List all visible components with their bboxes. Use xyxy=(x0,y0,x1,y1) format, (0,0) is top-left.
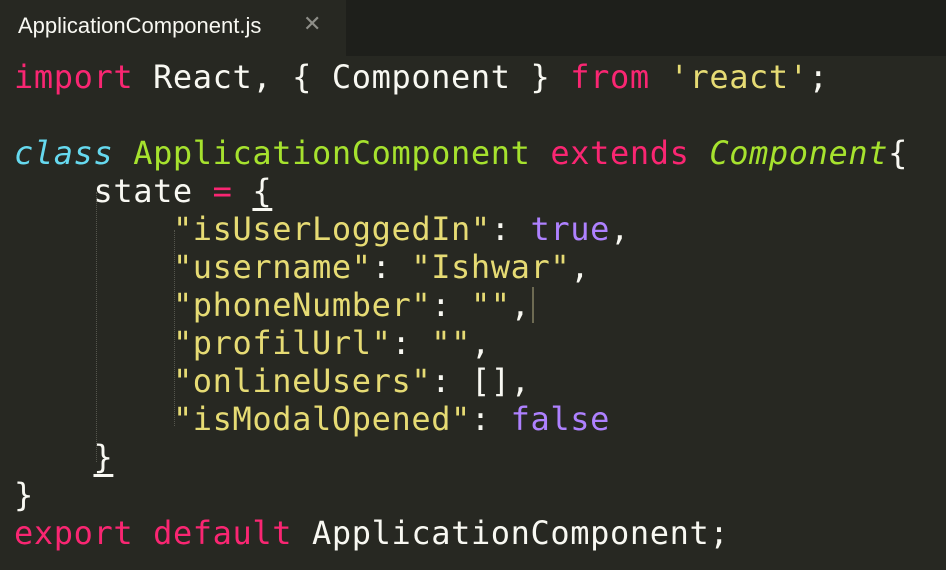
close-icon[interactable]: ✕ xyxy=(303,12,321,37)
code-line-12: } xyxy=(14,476,34,514)
boolean-value: false xyxy=(510,400,610,438)
code-line-6: "username": "Ishwar", xyxy=(14,248,590,286)
code-text: : xyxy=(431,286,471,324)
code-line-3: class ApplicationComponent extends Compo… xyxy=(14,134,908,172)
code-editor[interactable]: import React, { Component } from 'react'… xyxy=(0,56,946,570)
object-key: "profilUrl" xyxy=(172,324,392,362)
object-key: "username" xyxy=(172,248,372,286)
code-line-11: } xyxy=(14,438,113,476)
open-brace: { xyxy=(252,172,273,210)
export-identifier: ApplicationComponent xyxy=(312,514,710,552)
object-key: "isModalOpened" xyxy=(172,400,471,438)
string-value: "" xyxy=(431,324,471,362)
code-text: : xyxy=(490,210,531,248)
keyword-export: export xyxy=(14,514,134,552)
keyword-from: from xyxy=(570,58,650,96)
string-value: "" xyxy=(470,286,511,324)
boolean-value: true xyxy=(530,210,610,248)
assignment-operator: = xyxy=(212,172,233,210)
code-line-7: "phoneNumber": "", xyxy=(14,286,531,324)
code-text: , xyxy=(570,248,591,286)
code-text: : xyxy=(431,362,471,400)
code-text: , xyxy=(510,362,531,400)
parent-class-name: Component xyxy=(709,134,889,172)
code-text: , xyxy=(610,210,630,248)
code-line-13: export default ApplicationComponent; xyxy=(14,514,729,552)
code-text: ; xyxy=(709,514,730,552)
tab-application-component[interactable]: ApplicationComponent.js ✕ xyxy=(0,0,346,56)
object-key: "isUserLoggedIn" xyxy=(172,210,491,248)
array-value: [] xyxy=(470,362,511,400)
code-text: : xyxy=(391,324,432,362)
tab-title: ApplicationComponent.js xyxy=(18,13,262,38)
code-text: React, { Component } xyxy=(133,58,571,96)
keyword-import: import xyxy=(14,58,134,96)
code-line-8: "profilUrl": "", xyxy=(14,324,491,362)
close-brace: } xyxy=(93,438,114,476)
keyword-extends: extends xyxy=(550,134,690,172)
object-key: "onlineUsers" xyxy=(172,362,432,400)
code-text: ; xyxy=(808,58,829,96)
text-cursor xyxy=(532,287,534,323)
close-brace: } xyxy=(14,476,34,514)
state-identifier: state xyxy=(93,172,193,210)
code-line-4: state = { xyxy=(14,172,272,210)
module-string: 'react' xyxy=(669,58,809,96)
code-line-1: import React, { Component } from 'react'… xyxy=(14,58,829,96)
code-line-10: "isModalOpened": false xyxy=(14,400,610,438)
tab-bar: ApplicationComponent.js ✕ xyxy=(0,0,946,56)
code-text: { xyxy=(888,134,908,172)
code-text: : xyxy=(371,248,412,286)
string-value: "Ishwar" xyxy=(411,248,571,286)
code-text: : xyxy=(470,400,511,438)
keyword-default: default xyxy=(153,514,293,552)
code-text: , xyxy=(470,324,491,362)
code-line-5: "isUserLoggedIn": true, xyxy=(14,210,630,248)
class-name: ApplicationComponent xyxy=(133,134,531,172)
code-text: , xyxy=(510,286,531,324)
object-key: "phoneNumber" xyxy=(172,286,432,324)
code-line-9: "onlineUsers": [], xyxy=(14,362,531,400)
keyword-class: class xyxy=(14,134,114,172)
